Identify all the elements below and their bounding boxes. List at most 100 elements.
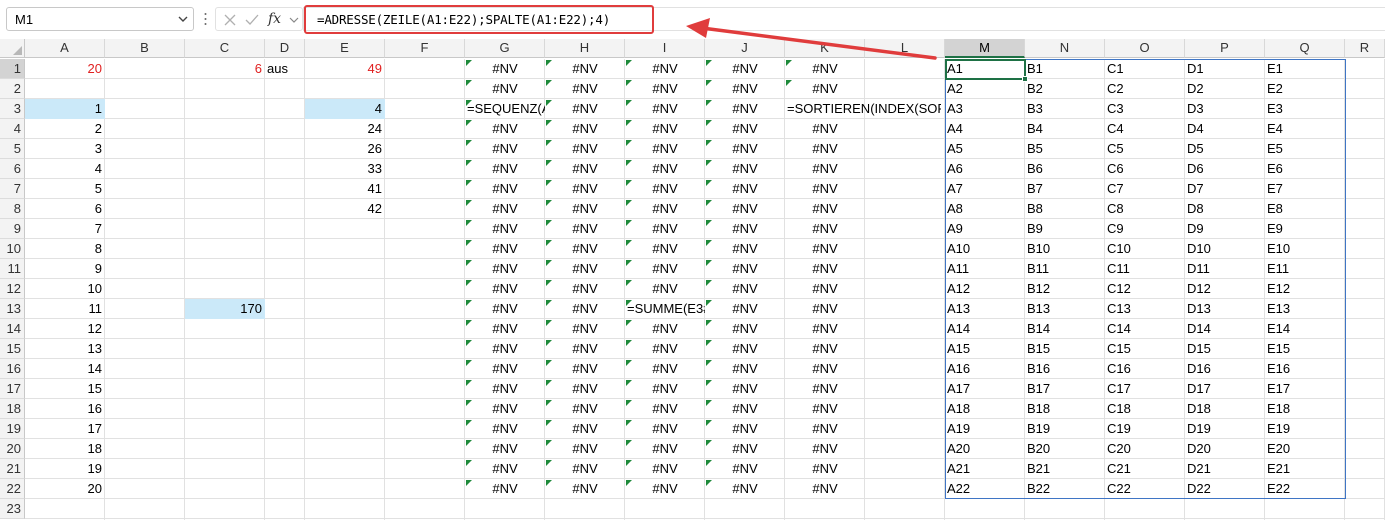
- row-header-20[interactable]: 20: [0, 439, 25, 459]
- cell-q4[interactable]: E4: [1265, 119, 1345, 139]
- cell-j17[interactable]: #NV: [705, 379, 785, 399]
- cell-j15[interactable]: #NV: [705, 339, 785, 359]
- cell-i18[interactable]: #NV: [625, 399, 705, 419]
- cell-o14[interactable]: C14: [1105, 319, 1185, 339]
- cell-n21[interactable]: B21: [1025, 459, 1105, 479]
- cell-h9[interactable]: #NV: [545, 219, 625, 239]
- column-header-m[interactable]: M: [945, 39, 1025, 58]
- cell-h1[interactable]: #NV: [545, 59, 625, 79]
- cell-a9[interactable]: 7: [25, 219, 105, 239]
- cell-q21[interactable]: E21: [1265, 459, 1345, 479]
- cell-n2[interactable]: B2: [1025, 79, 1105, 99]
- column-header-r[interactable]: R: [1345, 39, 1385, 58]
- cell-a13[interactable]: 11: [25, 299, 105, 319]
- cell-p16[interactable]: D16: [1185, 359, 1265, 379]
- row-header-21[interactable]: 21: [0, 459, 25, 479]
- cell-p18[interactable]: D18: [1185, 399, 1265, 419]
- cell-p5[interactable]: D5: [1185, 139, 1265, 159]
- cell-m12[interactable]: A12: [945, 279, 1025, 299]
- cell-q17[interactable]: E17: [1265, 379, 1345, 399]
- cell-n7[interactable]: B7: [1025, 179, 1105, 199]
- cell-c1[interactable]: 6: [185, 59, 265, 79]
- cell-q16[interactable]: E16: [1265, 359, 1345, 379]
- cell-p7[interactable]: D7: [1185, 179, 1265, 199]
- cell-i13[interactable]: =SUMME(E3#: [625, 299, 705, 319]
- row-header-2[interactable]: 2: [0, 79, 25, 99]
- cell-i19[interactable]: #NV: [625, 419, 705, 439]
- cell-m16[interactable]: A16: [945, 359, 1025, 379]
- cell-g10[interactable]: #NV: [465, 239, 545, 259]
- cell-i8[interactable]: #NV: [625, 199, 705, 219]
- cell-k8[interactable]: #NV: [785, 199, 865, 219]
- cell-m4[interactable]: A4: [945, 119, 1025, 139]
- cell-o6[interactable]: C6: [1105, 159, 1185, 179]
- row-header-18[interactable]: 18: [0, 399, 25, 419]
- cell-n22[interactable]: B22: [1025, 479, 1105, 499]
- cell-g15[interactable]: #NV: [465, 339, 545, 359]
- cell-q19[interactable]: E19: [1265, 419, 1345, 439]
- cell-m22[interactable]: A22: [945, 479, 1025, 499]
- cell-i21[interactable]: #NV: [625, 459, 705, 479]
- cell-n8[interactable]: B8: [1025, 199, 1105, 219]
- cell-j22[interactable]: #NV: [705, 479, 785, 499]
- cell-j1[interactable]: #NV: [705, 59, 785, 79]
- cell-p21[interactable]: D21: [1185, 459, 1265, 479]
- cell-q1[interactable]: E1: [1265, 59, 1345, 79]
- cell-k13[interactable]: #NV: [785, 299, 865, 319]
- cell-a15[interactable]: 13: [25, 339, 105, 359]
- cell-k2[interactable]: #NV: [785, 79, 865, 99]
- cell-j4[interactable]: #NV: [705, 119, 785, 139]
- cell-n18[interactable]: B18: [1025, 399, 1105, 419]
- cell-j21[interactable]: #NV: [705, 459, 785, 479]
- cell-n6[interactable]: B6: [1025, 159, 1105, 179]
- cell-k14[interactable]: #NV: [785, 319, 865, 339]
- cell-h6[interactable]: #NV: [545, 159, 625, 179]
- cell-q6[interactable]: E6: [1265, 159, 1345, 179]
- cell-g12[interactable]: #NV: [465, 279, 545, 299]
- row-header-1[interactable]: 1: [0, 59, 25, 79]
- cell-p14[interactable]: D14: [1185, 319, 1265, 339]
- cell-h11[interactable]: #NV: [545, 259, 625, 279]
- cell-i10[interactable]: #NV: [625, 239, 705, 259]
- cell-m8[interactable]: A8: [945, 199, 1025, 219]
- cell-m14[interactable]: A14: [945, 319, 1025, 339]
- cell-m17[interactable]: A17: [945, 379, 1025, 399]
- cell-a19[interactable]: 17: [25, 419, 105, 439]
- cell-p15[interactable]: D15: [1185, 339, 1265, 359]
- row-header-3[interactable]: 3: [0, 99, 25, 119]
- cell-n9[interactable]: B9: [1025, 219, 1105, 239]
- cell-q7[interactable]: E7: [1265, 179, 1345, 199]
- cell-g4[interactable]: #NV: [465, 119, 545, 139]
- cell-o16[interactable]: C16: [1105, 359, 1185, 379]
- cell-n10[interactable]: B10: [1025, 239, 1105, 259]
- cell-q20[interactable]: E20: [1265, 439, 1345, 459]
- cell-a6[interactable]: 4: [25, 159, 105, 179]
- cell-n1[interactable]: B1: [1025, 59, 1105, 79]
- cell-k17[interactable]: #NV: [785, 379, 865, 399]
- cell-a21[interactable]: 19: [25, 459, 105, 479]
- cell-g14[interactable]: #NV: [465, 319, 545, 339]
- cell-q10[interactable]: E10: [1265, 239, 1345, 259]
- cell-o21[interactable]: C21: [1105, 459, 1185, 479]
- cell-i5[interactable]: #NV: [625, 139, 705, 159]
- cell-j10[interactable]: #NV: [705, 239, 785, 259]
- cell-e5[interactable]: 26: [305, 139, 385, 159]
- cell-g22[interactable]: #NV: [465, 479, 545, 499]
- cell-j6[interactable]: #NV: [705, 159, 785, 179]
- cell-a1[interactable]: 20: [25, 59, 105, 79]
- column-header-g[interactable]: G: [465, 39, 545, 58]
- cell-a3[interactable]: 1: [25, 99, 105, 119]
- row-header-12[interactable]: 12: [0, 279, 25, 299]
- cell-e8[interactable]: 42: [305, 199, 385, 219]
- cell-i22[interactable]: #NV: [625, 479, 705, 499]
- cell-n11[interactable]: B11: [1025, 259, 1105, 279]
- cell-i4[interactable]: #NV: [625, 119, 705, 139]
- cell-o11[interactable]: C11: [1105, 259, 1185, 279]
- cell-k11[interactable]: #NV: [785, 259, 865, 279]
- cell-g7[interactable]: #NV: [465, 179, 545, 199]
- cell-j14[interactable]: #NV: [705, 319, 785, 339]
- cell-k1[interactable]: #NV: [785, 59, 865, 79]
- cell-j20[interactable]: #NV: [705, 439, 785, 459]
- cell-o17[interactable]: C17: [1105, 379, 1185, 399]
- cell-o2[interactable]: C2: [1105, 79, 1185, 99]
